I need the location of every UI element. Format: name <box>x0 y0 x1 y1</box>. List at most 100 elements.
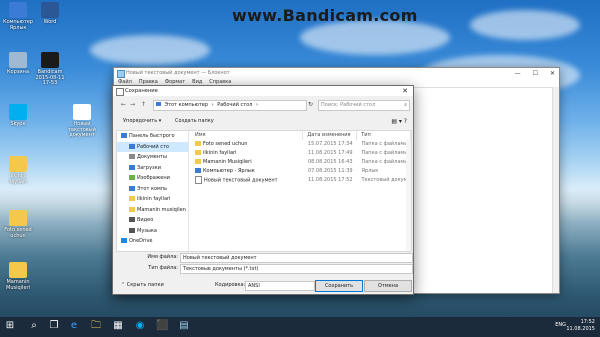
pictures-folder-icon <box>129 175 135 180</box>
save-button[interactable]: Сохранить <box>315 280 363 292</box>
notepad-titlebar[interactable]: Новый текстовый документ — Блокнот — ☐ ✕ <box>114 68 559 78</box>
file-row[interactable]: Mamanin Musiqileri 08.08.2015 16:43 Папка … <box>191 158 411 167</box>
start-icon[interactable]: ⊞ <box>4 320 16 332</box>
nav-item-label: Mamanin musiqilen <box>137 206 186 213</box>
search-icon[interactable]: ⌕ <box>28 320 40 332</box>
store-icon[interactable]: ▦ <box>112 320 124 332</box>
notepad-title: Новый текстовый документ — Блокнот <box>126 70 230 76</box>
skype-taskbar-icon[interactable]: ◉ <box>134 320 146 332</box>
folder-icon <box>195 150 201 155</box>
desktop-icon[interactable]: Компьютер Ярлык <box>2 2 34 31</box>
column-type[interactable]: Тип <box>357 131 411 140</box>
task-view-icon[interactable]: ❐ <box>48 320 60 332</box>
notepad-taskbar-icon[interactable]: ▤ <box>178 320 190 332</box>
file-explorer-icon[interactable]: 🗀 <box>90 320 102 332</box>
bandicam-taskbar-icon[interactable]: ⬛ <box>156 320 168 332</box>
file-date: 11.08.2015 17:52 <box>307 177 353 183</box>
file-name: Foto sened uchun <box>203 141 248 147</box>
forward-arrow-icon[interactable]: → <box>130 101 135 108</box>
nav-item[interactable]: OneDrive <box>117 236 188 247</box>
organize-button[interactable]: Упорядочить ▾ <box>123 116 161 127</box>
breadcrumb-desktop[interactable]: Рабочий стол <box>217 102 252 108</box>
breadcrumb-this-pc[interactable]: Этот компьютер <box>165 102 208 108</box>
file-row[interactable]: ilkinin fayllari 11.08.2015 17:49 Папка с … <box>191 149 411 158</box>
nav-item[interactable]: Видео <box>117 215 188 226</box>
folder-icon <box>129 196 135 201</box>
filetype-row: Тип файла: Текстовые документы (*.txt) <box>113 264 413 274</box>
file-date: 15.07.2015 17:34 <box>307 141 353 147</box>
nav-item[interactable]: Панель быстрого <box>117 131 188 142</box>
folder-icon <box>9 262 27 278</box>
desktop-icon[interactable]: Word <box>34 2 66 26</box>
cancel-button[interactable]: Отмена <box>364 280 412 292</box>
edge-icon[interactable]: e <box>68 320 80 332</box>
nav-item[interactable]: ilkinin fayllari <box>117 194 188 205</box>
downloads-folder-icon <box>129 164 135 170</box>
desktop-icon[interactable]: Bandicam 2015-08-11 17-53 <box>34 52 66 87</box>
nav-item[interactable]: Изображени <box>117 173 188 184</box>
file-name-cell: Компьютер - Ярлык <box>191 167 304 176</box>
new-folder-button[interactable]: Создать папку <box>175 116 214 127</box>
file-name: Новый текстовый документ <box>204 177 278 184</box>
desktop-icon[interactable]: Mamanin Musiqileri <box>2 262 34 291</box>
nav-item[interactable]: Документы <box>117 152 188 163</box>
file-name-cell: Foto sened uchun <box>191 140 304 149</box>
videos-folder-icon <box>129 217 135 222</box>
file-name: Компьютер - Ярлык <box>203 168 255 174</box>
dialog-titlebar[interactable]: Сохранение ✕ <box>113 86 413 96</box>
filename-label: Имя файла: <box>147 254 178 260</box>
column-name[interactable]: Имя <box>191 131 304 140</box>
refresh-icon[interactable]: ↻ <box>308 101 313 108</box>
column-date[interactable]: Дата изменения <box>303 131 358 140</box>
close-button[interactable]: ✕ <box>550 69 555 79</box>
maximize-button[interactable]: ☐ <box>533 69 538 79</box>
nav-item[interactable]: Этот компь <box>117 184 188 195</box>
desktop: www.Bandicam.com Компьютер Ярлык Word Корз… <box>0 0 600 337</box>
clock[interactable]: 17:52 11.08.2015 <box>566 319 595 333</box>
desktop-icon[interactable]: Новый текстовый документ <box>66 104 98 139</box>
this-pc-icon <box>129 185 135 191</box>
desktop-icon[interactable]: Foto sened uchun <box>2 210 34 239</box>
file-list-scrollbar[interactable] <box>406 140 411 251</box>
file-name: Mamanin Musiqileri <box>203 159 252 165</box>
nav-item-label: Музыка <box>137 227 157 234</box>
file-row[interactable]: Новый текстовый документ 11.08.2015 17:52… <box>191 176 411 185</box>
notepad-scrollbar[interactable] <box>552 87 559 293</box>
nav-item[interactable]: Mamanin musiqilen <box>117 205 188 216</box>
up-arrow-icon[interactable]: ↑ <box>141 101 146 108</box>
filetype-select[interactable]: Текстовые документы (*.txt) <box>180 264 413 274</box>
file-row[interactable]: Компьютер - Ярлык 07.08.2015 11:39 Ярлык <box>191 167 411 176</box>
nav-item[interactable]: Загрузки <box>117 163 188 174</box>
language-indicator[interactable]: ENG <box>555 322 566 328</box>
desktop-icon[interactable]: Skype <box>2 104 34 128</box>
hide-folders-button[interactable]: ⌃ Скрыть папки <box>121 278 164 292</box>
search-input[interactable]: Поиск: Рабочий стол ⌕ <box>318 100 410 111</box>
desktop-icon-label: Bandicam 2015-08-11 17-53 <box>35 69 65 86</box>
address-bar[interactable]: Этот компьютер › Рабочий стол › <box>153 100 307 111</box>
nav-item[interactable]: Музыка <box>117 226 188 237</box>
filename-input[interactable]: Новый текстовый документ <box>180 253 413 263</box>
nav-item[interactable]: Рабочий сто <box>117 141 188 152</box>
desktop-icon-label: Корзина <box>6 69 30 75</box>
desktop-icon-label: Foto sened uchun <box>4 227 32 239</box>
minimize-button[interactable]: — <box>515 69 521 79</box>
notepad-icon <box>117 70 125 78</box>
desktop-icon[interactable]: ilkinin fayllari <box>2 156 34 185</box>
file-row[interactable]: Foto sened uchun 15.07.2015 17:34 Папка с … <box>191 140 411 149</box>
desktop-icon-label: Word <box>43 19 57 25</box>
computer-shortcut-icon <box>9 2 27 18</box>
shortcut-icon <box>195 168 201 173</box>
back-arrow-icon[interactable]: ← <box>121 101 126 108</box>
navigation-pane: Панель быстрого Рабочий сто Документы Загру… <box>117 131 189 251</box>
file-type: Папка с файлами <box>361 141 408 147</box>
word-icon <box>41 2 59 18</box>
desktop-icon[interactable]: Корзина <box>2 52 34 76</box>
desktop-icon-label: Mamanin Musiqileri <box>6 279 30 291</box>
file-date: 11.08.2015 17:49 <box>307 150 353 156</box>
encoding-select[interactable]: ANSI <box>245 281 315 291</box>
nav-item-label: Этот компь <box>137 185 168 192</box>
dialog-icon <box>116 88 124 96</box>
dialog-close-button[interactable]: ✕ <box>402 86 408 96</box>
onedrive-icon <box>121 238 127 243</box>
view-options-button[interactable]: ▤ ▾ ? <box>391 116 407 127</box>
